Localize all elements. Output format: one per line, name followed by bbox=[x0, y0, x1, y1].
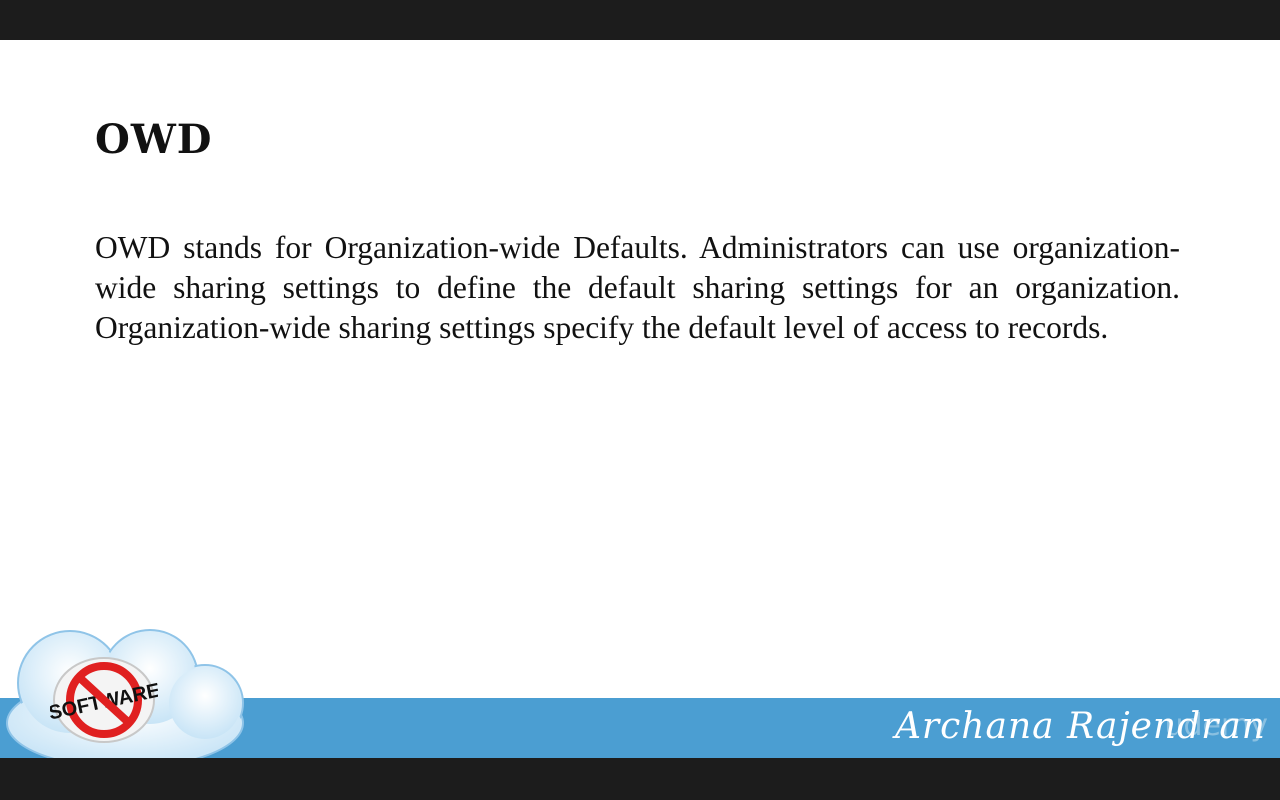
slide-body-text: OWD stands for Organization-wide Default… bbox=[95, 230, 1180, 345]
no-software-logo: SOFTWARE bbox=[50, 657, 158, 743]
author-signature: Archana Rajendran bbox=[894, 706, 1266, 747]
slide: OWD OWD stands for Organization-wide Def… bbox=[0, 40, 1280, 758]
letterbox-top bbox=[0, 0, 1280, 40]
letterbox-bottom bbox=[0, 758, 1280, 800]
slide-title: OWD bbox=[95, 116, 213, 163]
